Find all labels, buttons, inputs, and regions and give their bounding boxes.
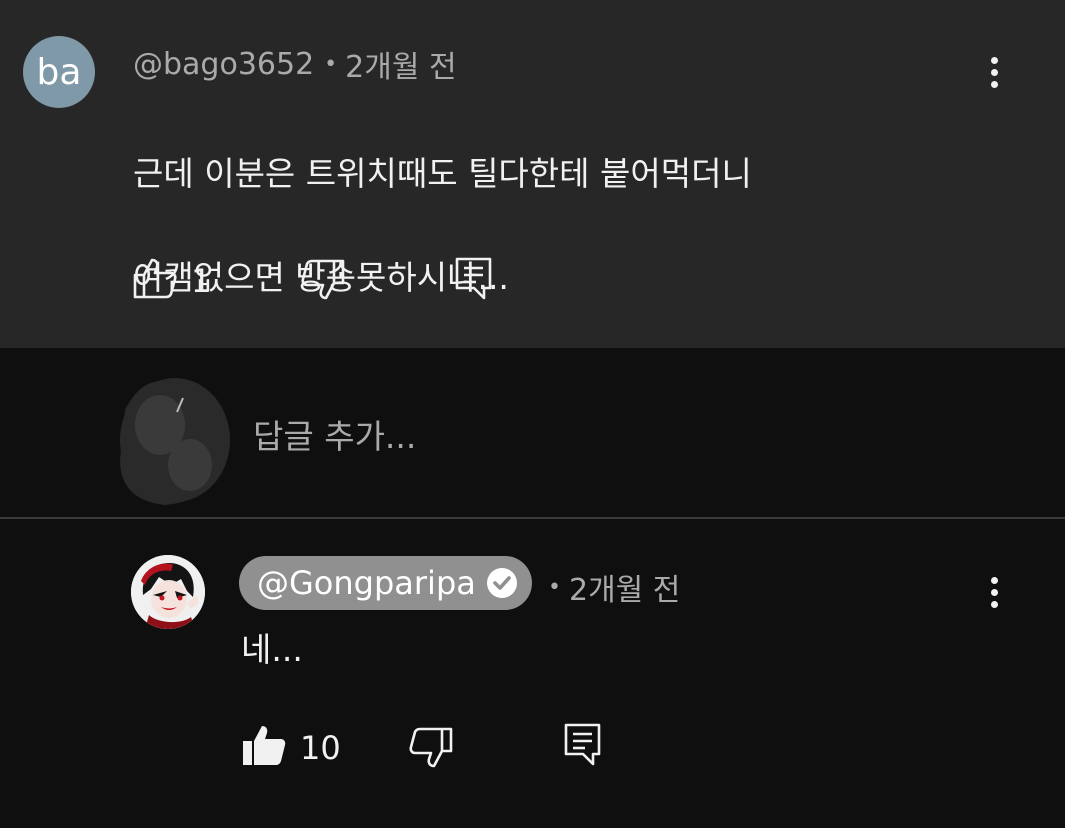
dislike-icon[interactable] [408,726,454,770]
reply-text: 네... [241,630,303,669]
comment-text-line: 여캠없으면 방송못하시나... [133,258,509,297]
avatar[interactable]: ba [23,36,95,108]
like-count: 10 [300,729,341,767]
more-options-icon[interactable] [979,572,1009,612]
like-icon[interactable] [132,256,178,300]
reply-meta: • 2개월 전 [548,565,680,609]
reply-author: @Gongparipa [257,564,476,602]
redacted-avatar [120,378,230,505]
avatar[interactable] [131,555,205,629]
comment-text-line: 근데 이분은 트위치때도 틸다한테 붙어먹더니 [133,154,752,193]
avatar-initials: ba [36,51,82,93]
dislike-icon[interactable] [300,258,346,302]
reply-time: 2개월 전 [568,573,681,608]
more-options-icon[interactable] [979,52,1009,92]
comment-meta: @bago3652 • 2개월 전 [133,42,457,86]
reply-icon[interactable] [454,256,494,302]
verified-check-icon [486,568,517,598]
comment-author[interactable]: @bago3652 [133,47,314,82]
comment-time: 2개월 전 [345,50,457,85]
reply-icon[interactable] [563,722,603,768]
meta-separator: • [548,574,561,600]
like-filled-icon[interactable] [241,723,287,767]
author-badge[interactable]: @Gongparipa [239,556,532,610]
like-count: 1 [191,262,212,300]
meta-separator: • [324,51,338,77]
divider [0,517,1065,519]
add-reply-input[interactable]: 답글 추가... [253,410,416,458]
comment-text: 근데 이분은 트위치때도 틸다한테 붙어먹더니 여캠없으면 방송못하시나... [133,96,752,356]
